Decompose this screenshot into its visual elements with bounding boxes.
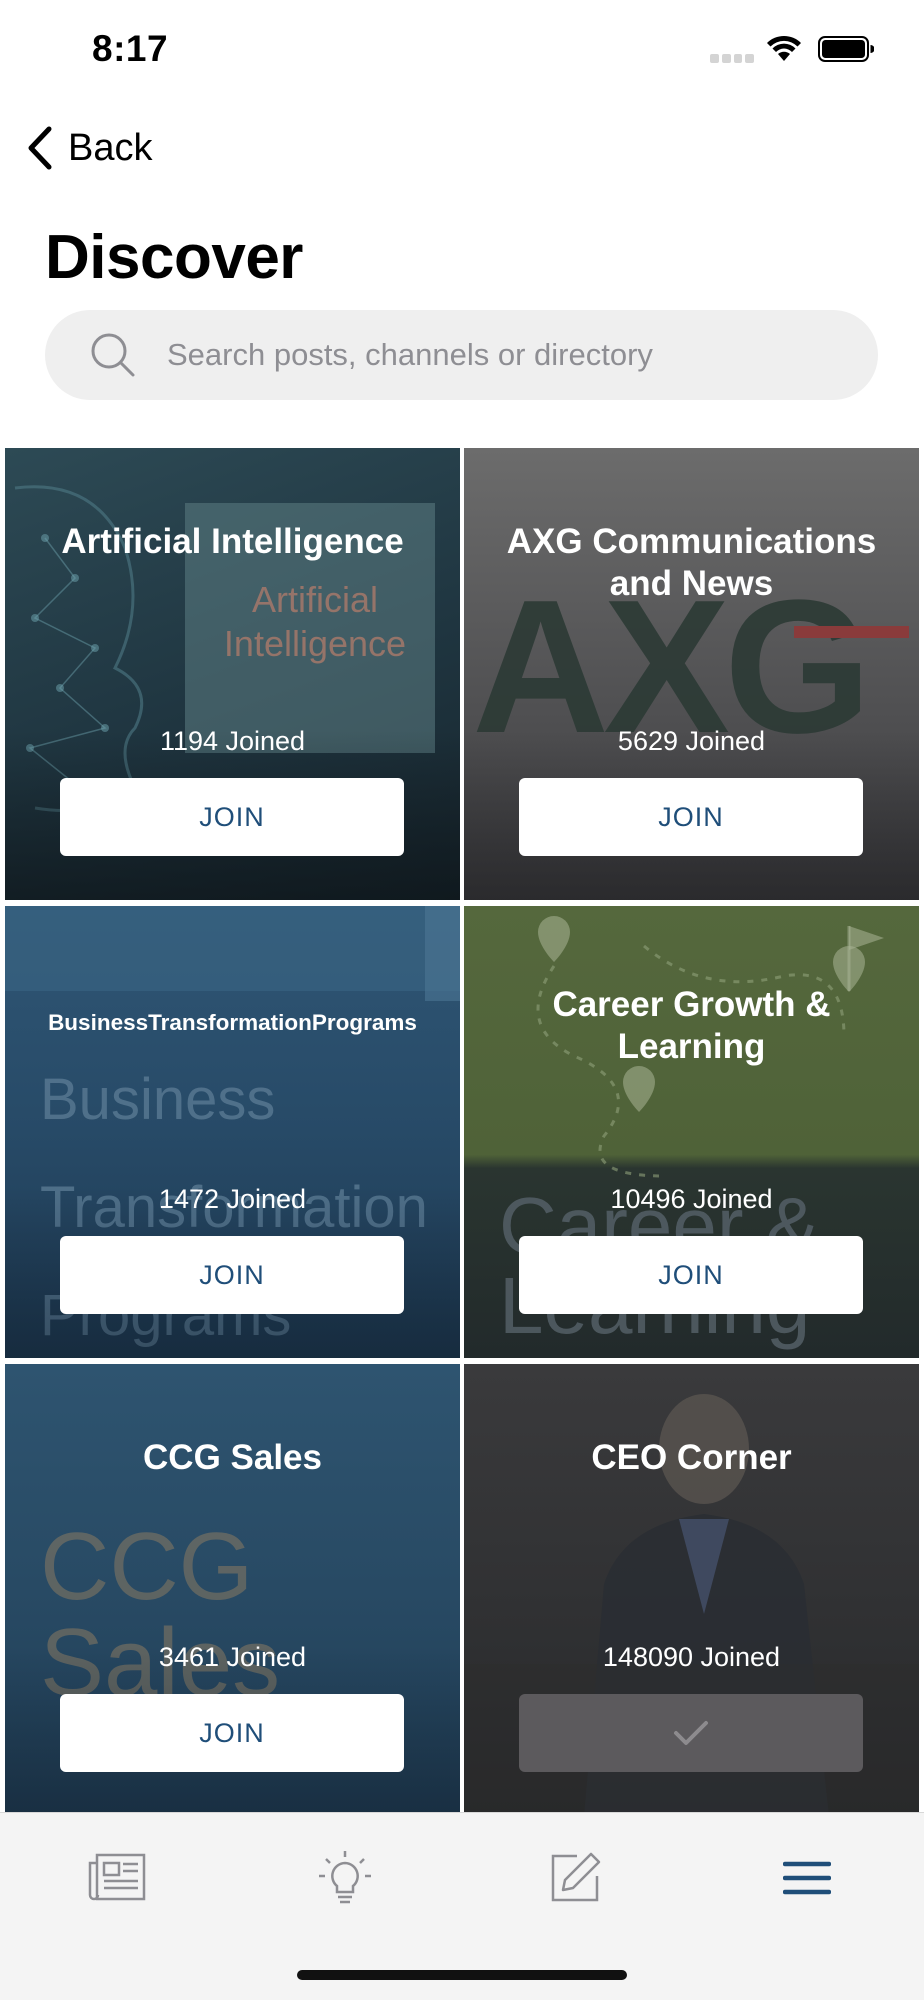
channel-title: Career Growth & Learning [552,985,831,1066]
search-bar[interactable] [45,310,878,400]
channel-tile[interactable]: Career & Learning Career Growth & Learni… [464,906,919,1358]
channel-title: BusinessTransformationPrograms [48,1010,417,1035]
wifi-icon [767,35,801,61]
channel-title: Artificial Intelligence [61,522,404,561]
tab-news[interactable] [82,1843,152,1913]
channel-joined-count: 10496 Joined [610,1184,773,1214]
channel-tile[interactable]: CCG Sales CCG Sales 3461 Joined JOIN [5,1364,460,1816]
channel-tile[interactable]: AXG AXG Communications and News 5629 Joi… [464,448,919,900]
channel-joined-count: 3461 Joined [158,1642,307,1672]
channel-title: CEO Corner [591,1438,792,1477]
battery-icon [818,36,874,62]
join-button[interactable]: JOIN [519,778,863,856]
join-button[interactable]: JOIN [519,1236,863,1314]
channel-tile[interactable]: Artificial Intelligence Artificial Intel… [5,448,460,900]
chevron-left-icon [28,126,52,170]
home-indicator [297,1970,627,1980]
join-button[interactable]: JOIN [60,1236,404,1314]
menu-icon [783,1861,831,1895]
back-button[interactable]: Back [24,120,152,176]
cellular-signal-icon [710,54,754,63]
grid-divider [460,448,464,1810]
status-bar: 8:17 [0,0,924,100]
joined-button[interactable] [519,1694,863,1772]
channel-grid: Artificial Intelligence Artificial Intel… [0,448,924,1816]
channel-title: AXG Communications and News [506,522,877,603]
tab-compose[interactable] [540,1843,610,1913]
page-title: Discover [45,223,303,292]
back-label: Back [68,126,153,169]
tab-menu[interactable] [772,1843,842,1913]
channel-joined-count: 1472 Joined [158,1184,307,1214]
status-time: 8:17 [92,28,169,69]
checkmark-icon [674,1721,708,1745]
channel-tile[interactable]: Business Transformation Programs Busines… [5,906,460,1358]
channel-joined-count: 5629 Joined [617,726,766,756]
lightbulb-icon [319,1851,371,1904]
compose-icon [551,1852,601,1902]
channel-title: CCG Sales [143,1438,322,1477]
search-icon [91,333,135,377]
search-input[interactable] [167,337,827,373]
newspaper-icon [88,1853,146,1901]
join-button[interactable]: JOIN [60,778,404,856]
channel-tile[interactable]: CEO Corner 148090 Joined [464,1364,919,1816]
join-button[interactable]: JOIN [60,1694,404,1772]
channel-joined-count: 1194 Joined [159,726,306,756]
tab-ideas[interactable] [310,1843,380,1913]
channel-joined-count: 148090 Joined [602,1642,781,1672]
